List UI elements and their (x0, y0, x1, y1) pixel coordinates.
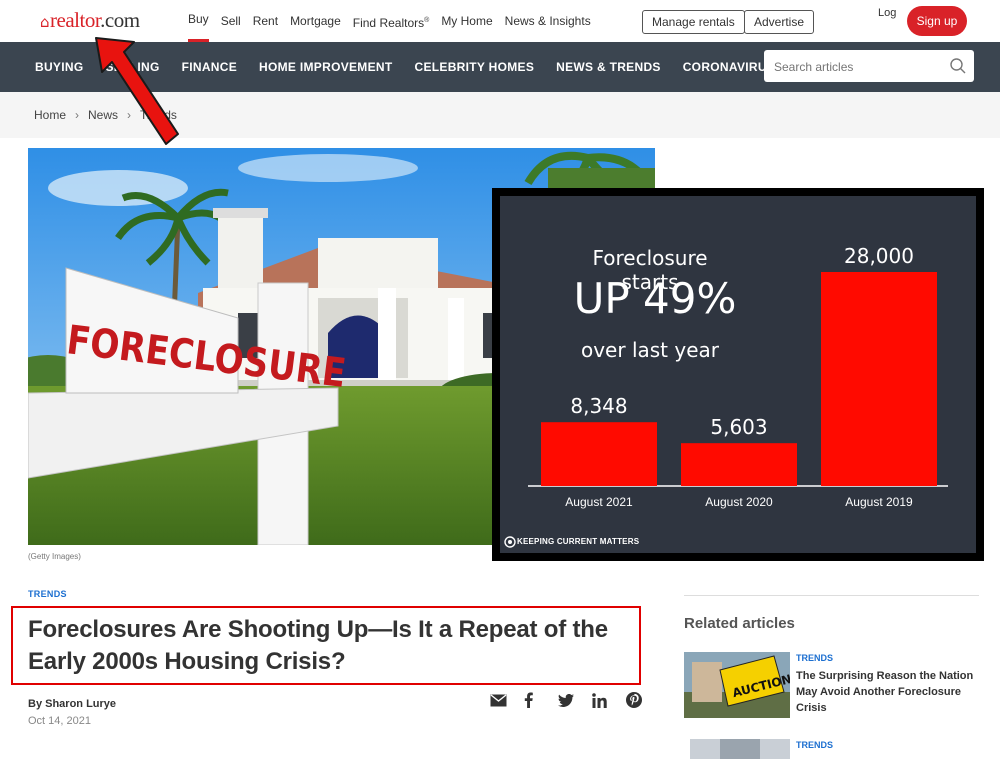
manage-rentals-button[interactable]: Manage rentals (642, 10, 745, 34)
bar-2 (821, 272, 937, 486)
annotation-arrow-icon (95, 37, 179, 145)
chart-overlay: Foreclosure starts UP 49% over last year… (492, 188, 984, 561)
cat-home-improvement[interactable]: HOME IMPROVEMENT (259, 42, 392, 92)
foreclosure-bar-chart: 8,348 August 2021 5,603 August 2020 28,000 Au… (528, 244, 948, 509)
related-article-thumbnail[interactable]: AUCTION (684, 652, 790, 718)
related-article-category[interactable]: TRENDS (796, 653, 833, 663)
article-category[interactable]: TRENDS (28, 589, 67, 599)
primary-links: Buy Sell Rent Mortgage Find Realtors® My… (188, 0, 603, 42)
pinterest-icon[interactable] (626, 689, 660, 711)
kcm-logo-icon (504, 536, 516, 548)
cat-buying[interactable]: BUYING (35, 42, 83, 92)
article-author[interactable]: By Sharon Lurye (28, 698, 116, 710)
nav-sell[interactable]: Sell (221, 0, 241, 42)
nav-rent[interactable]: Rent (253, 0, 278, 42)
article-headline: Foreclosures Are Shooting Up—Is It a Rep… (28, 616, 608, 675)
related-article-headline[interactable]: The Surprising Reason the Nation May Avo… (796, 668, 986, 716)
nav-find-realtors[interactable]: Find Realtors® (353, 0, 430, 42)
advertise-button[interactable]: Advertise (744, 10, 815, 34)
bar-value-label-1: 5,603 (710, 415, 767, 439)
kcm-brand: KEEPING CURRENT MATTERS (517, 537, 640, 546)
cat-finance[interactable]: FINANCE (182, 42, 237, 92)
email-icon[interactable] (490, 689, 524, 711)
category-label-2: August 2019 (845, 495, 913, 509)
cat-news-trends[interactable]: NEWS & TRENDS (556, 42, 661, 92)
twitter-icon[interactable] (558, 689, 592, 711)
category-label-0: August 2021 (565, 495, 633, 509)
cat-celebrity-homes[interactable]: CELEBRITY HOMES (415, 42, 535, 92)
image-credit: (Getty Images) (28, 552, 81, 561)
related-article-thumbnail-2[interactable] (690, 739, 790, 759)
realtor-logo[interactable]: ⌂realtor.com (40, 8, 140, 33)
registered-mark: ® (424, 17, 430, 24)
sidebar-divider (684, 595, 979, 596)
house-icon: ⌂ (40, 13, 50, 31)
nav-my-home[interactable]: My Home (441, 0, 492, 42)
nav-mortgage[interactable]: Mortgage (290, 0, 341, 42)
bar-0 (541, 422, 657, 486)
nav-buy[interactable]: Buy (188, 0, 209, 42)
article-date: Oct 14, 2021 (28, 715, 91, 727)
bar-value-label-0: 8,348 (570, 394, 627, 418)
breadcrumb-home[interactable]: Home (34, 92, 66, 138)
search-icon[interactable] (949, 57, 967, 75)
related-article-category-2[interactable]: TRENDS (796, 740, 833, 750)
category-label-1: August 2020 (705, 495, 773, 509)
search-input[interactable] (772, 56, 946, 78)
sign-up-button[interactable]: Sign up (907, 6, 967, 36)
nav-news-insights[interactable]: News & Insights (505, 0, 591, 42)
bar-1 (681, 443, 797, 486)
search-box (764, 50, 974, 82)
linkedin-icon[interactable] (592, 689, 626, 711)
chevron-right-icon: › (75, 108, 80, 122)
bar-value-label-2: 28,000 (844, 244, 914, 268)
facebook-icon[interactable] (524, 689, 558, 711)
share-bar (490, 689, 660, 711)
nav-find-realtors-label: Find Realtors (352, 16, 425, 30)
cat-coronavirus[interactable]: CORONAVIRUS (683, 42, 775, 92)
related-articles-title: Related articles (684, 615, 795, 632)
